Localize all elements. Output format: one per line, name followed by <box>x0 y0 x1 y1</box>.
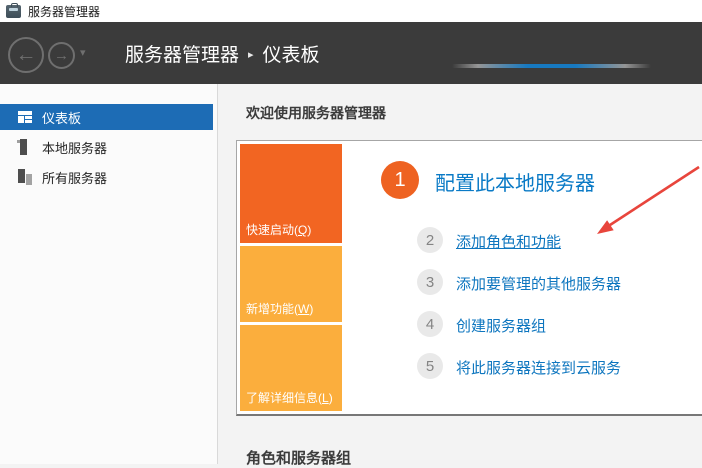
step-2-badge: 2 <box>417 227 443 253</box>
roles-and-server-groups-title: 角色和服务器组 <box>246 447 351 468</box>
local-server-icon <box>17 139 33 155</box>
step-5-badge: 5 <box>417 353 443 379</box>
sidebar: 仪表板 本地服务器 所有服务器 <box>0 84 218 464</box>
dashboard-icon <box>17 109 33 125</box>
history-dropdown-caret-icon[interactable]: ▾ <box>80 46 86 59</box>
welcome-title: 欢迎使用服务器管理器 <box>246 103 386 123</box>
step-3-badge: 3 <box>417 269 443 295</box>
breadcrumb: 服务器管理器 ▸ 仪表板 <box>125 22 320 84</box>
sidebar-item-label: 本地服务器 <box>42 138 107 157</box>
breadcrumb-separator-icon: ▸ <box>248 46 254 61</box>
step-1-badge: 1 <box>381 161 419 199</box>
title-bar: 服务器管理器 <box>0 0 702 22</box>
quick-start-tabs: 快速启动(Q) 新增功能(W) 了解详细信息(L) <box>240 144 342 411</box>
sidebar-item-label: 所有服务器 <box>42 168 107 187</box>
forward-arrow-icon: → <box>54 47 69 64</box>
sidebar-item-local-server[interactable]: 本地服务器 <box>0 134 212 160</box>
step-2-add-roles-and-features-link[interactable]: 添加角色和功能 <box>456 231 561 252</box>
step-1-configure-local-server[interactable]: 配置此本地服务器 <box>435 167 595 196</box>
breadcrumb-root[interactable]: 服务器管理器 <box>125 40 239 67</box>
window-title: 服务器管理器 <box>28 3 100 20</box>
all-servers-icon <box>17 169 33 185</box>
refresh-progress-indicator <box>452 64 651 68</box>
back-button[interactable]: ← <box>8 37 44 73</box>
step-3-add-other-servers-link[interactable]: 添加要管理的其他服务器 <box>456 273 621 294</box>
breadcrumb-current[interactable]: 仪表板 <box>263 40 320 67</box>
step-4-create-server-group-link[interactable]: 创建服务器组 <box>456 315 546 336</box>
tab-label: 新增功能(W) <box>240 300 313 322</box>
server-manager-icon <box>6 5 21 18</box>
back-arrow-icon: ← <box>16 43 37 67</box>
step-4-badge: 4 <box>417 311 443 337</box>
server-manager-window: 服务器管理器 ← → ▾ 服务器管理器 ▸ 仪表板 仪表板 本地服务器 <box>0 0 702 464</box>
sidebar-item-label: 仪表板 <box>42 108 81 127</box>
forward-button[interactable]: → <box>48 42 75 69</box>
navigation-bar: ← → ▾ 服务器管理器 ▸ 仪表板 <box>0 22 702 84</box>
sidebar-item-dashboard[interactable]: 仪表板 <box>0 104 213 130</box>
tab-label: 快速启动(Q) <box>240 221 311 243</box>
welcome-tile-panel: 快速启动(Q) 新增功能(W) 了解详细信息(L) 1 配置此本地服务器 2 添… <box>236 140 702 416</box>
sidebar-item-all-servers[interactable]: 所有服务器 <box>0 164 212 190</box>
step-5-connect-to-cloud-link[interactable]: 将此服务器连接到云服务 <box>456 357 621 378</box>
tab-learn-more[interactable]: 了解详细信息(L) <box>240 325 342 411</box>
tab-label: 了解详细信息(L) <box>240 389 333 411</box>
tab-quick-start[interactable]: 快速启动(Q) <box>240 144 342 243</box>
tab-whats-new[interactable]: 新增功能(W) <box>240 246 342 322</box>
